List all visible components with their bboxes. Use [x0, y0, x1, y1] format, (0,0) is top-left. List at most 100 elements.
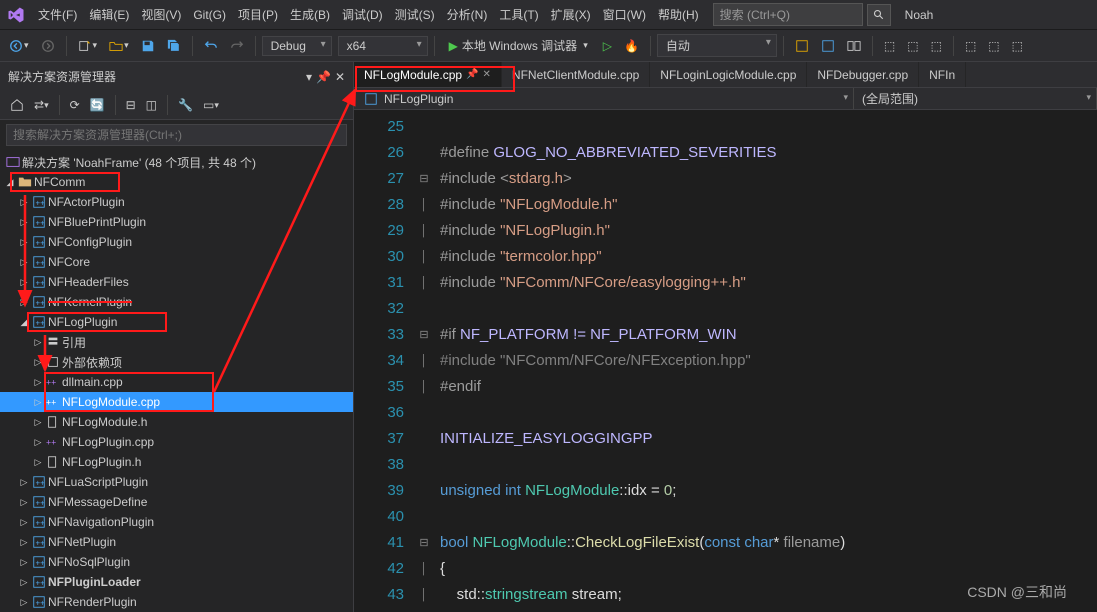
global-search-input[interactable]: 搜索 (Ctrl+Q) — [713, 3, 863, 26]
code-area[interactable]: 25262728293031323334353637383940414243 ⊟… — [354, 110, 1097, 612]
references-label: 引用 — [62, 334, 86, 351]
file-nflogplugin-h[interactable]: ▷ NFLogPlugin.h — [0, 452, 353, 472]
user-label[interactable]: Noah — [899, 8, 940, 22]
close-icon[interactable]: ✕ — [483, 69, 491, 80]
menu-edit[interactable]: 编辑(E) — [83, 2, 135, 27]
solution-icon — [4, 155, 22, 169]
undo-button[interactable] — [199, 36, 223, 56]
tool-icon-6[interactable]: ⬚ — [926, 36, 947, 56]
tool-icon-4[interactable]: ⬚ — [879, 36, 900, 56]
menu-view[interactable]: 视图(V) — [135, 2, 187, 27]
project-label: NFLogPlugin — [48, 315, 117, 329]
menu-help[interactable]: 帮助(H) — [652, 2, 705, 27]
project-item[interactable]: ▷++NFKernelPlugin — [0, 292, 353, 312]
svg-text:++: ++ — [46, 378, 56, 388]
code-lines[interactable]: #define GLOG_NO_ABBREVIATED_SEVERITIES#i… — [434, 110, 845, 612]
start-no-debug-button[interactable]: ▷ — [598, 36, 617, 56]
menu-bar: 文件(F) 编辑(E) 视图(V) Git(G) 项目(P) 生成(B) 调试(… — [0, 0, 1097, 30]
references-node[interactable]: ▷ 引用 — [0, 332, 353, 352]
switch-view-icon[interactable]: ⇄▾ — [30, 96, 53, 114]
properties-icon[interactable]: 🔧 — [174, 96, 197, 114]
open-button[interactable]: ▾ — [104, 36, 134, 56]
tool-icon-1[interactable] — [790, 36, 814, 56]
hot-reload-button[interactable]: 🔥 — [619, 36, 644, 56]
tool-icon-7[interactable]: ⬚ — [960, 36, 981, 56]
back-button[interactable]: ▾ — [4, 36, 34, 56]
project-nflogplugin[interactable]: ◢ ++ NFLogPlugin — [0, 312, 353, 332]
collapse-all-icon[interactable]: ⊟ — [122, 96, 140, 114]
nav-project[interactable]: NFLogPlugin — [354, 88, 854, 109]
search-button[interactable] — [867, 4, 891, 26]
pin-icon[interactable]: 📌 — [466, 69, 478, 80]
panel-pin-icon[interactable]: 📌 — [316, 70, 331, 84]
solution-node[interactable]: 解决方案 'NoahFrame' (48 个项目, 共 48 个) — [0, 152, 353, 172]
pending-icon[interactable]: ⟳ — [66, 96, 84, 114]
h-icon — [44, 415, 62, 429]
file-nflogmodule-cpp[interactable]: ▷ ++ NFLogModule.cpp — [0, 392, 353, 412]
preview-icon[interactable]: ▭▾ — [199, 96, 223, 114]
start-debug-button[interactable]: ▶本地 Windows 调试器▾ — [441, 34, 596, 57]
project-item[interactable]: ▷++NFHeaderFiles — [0, 272, 353, 292]
vs-logo-icon — [4, 3, 28, 27]
menu-extensions[interactable]: 扩展(X) — [545, 2, 597, 27]
project-item[interactable]: ▷++NFCore — [0, 252, 353, 272]
panel-close-icon[interactable]: ✕ — [335, 70, 345, 84]
tab-overflow[interactable]: NFIn — [919, 62, 966, 87]
new-item-button[interactable]: ▾ — [73, 36, 103, 56]
project-item[interactable]: ▷++NFRenderPlugin — [0, 592, 353, 612]
menu-tools[interactable]: 工具(T) — [493, 2, 544, 27]
file-label: NFLogModule.h — [62, 415, 147, 429]
save-all-button[interactable] — [162, 36, 186, 56]
sync-icon[interactable]: 🔄 — [86, 96, 109, 114]
project-item[interactable]: ▷++NFActorPlugin — [0, 192, 353, 212]
project-item[interactable]: ▷++NFBluePrintPlugin — [0, 212, 353, 232]
show-all-icon[interactable]: ◫ — [142, 96, 161, 114]
file-dllmain[interactable]: ▷ ++ dllmain.cpp — [0, 372, 353, 392]
project-item[interactable]: ▷++NFNoSqlPlugin — [0, 552, 353, 572]
menu-git[interactable]: Git(G) — [187, 4, 232, 26]
tab-nfnetclient[interactable]: NFNetClientModule.cpp — [502, 62, 650, 87]
menu-debug[interactable]: 调试(D) — [336, 2, 389, 27]
expand-icon[interactable]: ◢ — [18, 317, 30, 328]
file-nflogmodule-h[interactable]: ▷ NFLogModule.h — [0, 412, 353, 432]
file-nflogplugin-cpp[interactable]: ▷ ++ NFLogPlugin.cpp — [0, 432, 353, 452]
tool-icon-5[interactable]: ⬚ — [902, 36, 923, 56]
project-item[interactable]: ▷++NFNetPlugin — [0, 532, 353, 552]
tool-icon-3[interactable] — [842, 36, 866, 56]
external-deps-node[interactable]: ▷ 外部依赖项 — [0, 352, 353, 372]
menu-window[interactable]: 窗口(W) — [597, 2, 652, 27]
nav-scope[interactable]: (全局范围) — [854, 88, 1097, 109]
solution-tree[interactable]: 解决方案 'NoahFrame' (48 个项目, 共 48 个) ◢ NFCo… — [0, 150, 353, 612]
panel-title-text: 解决方案资源管理器 — [8, 68, 116, 85]
thread-combo[interactable]: 自动 — [657, 34, 777, 57]
tab-nfloginlogic[interactable]: NFLoginLogicModule.cpp — [650, 62, 807, 87]
tab-nfdebugger[interactable]: NFDebugger.cpp — [807, 62, 919, 87]
project-item[interactable]: ▷++NFPluginLoader — [0, 572, 353, 592]
folder-nfcomm[interactable]: ◢ NFComm — [0, 172, 353, 192]
forward-button[interactable] — [36, 36, 60, 56]
project-item[interactable]: ▷++NFConfigPlugin — [0, 232, 353, 252]
svg-text:++: ++ — [46, 398, 56, 408]
redo-button[interactable] — [225, 36, 249, 56]
menu-analyze[interactable]: 分析(N) — [441, 2, 494, 27]
tab-nflogmodule[interactable]: NFLogModule.cpp 📌 ✕ — [354, 62, 502, 87]
project-item[interactable]: ▷++NFNavigationPlugin — [0, 512, 353, 532]
project-item[interactable]: ▷++NFMessageDefine — [0, 492, 353, 512]
config-combo[interactable]: Debug — [262, 36, 332, 56]
tool-icon-9[interactable]: ⬚ — [1007, 36, 1028, 56]
menu-file[interactable]: 文件(F) — [32, 2, 83, 27]
solution-search-input[interactable] — [6, 124, 347, 146]
menu-project[interactable]: 项目(P) — [232, 2, 284, 27]
tool-icon-8[interactable]: ⬚ — [983, 36, 1004, 56]
platform-combo[interactable]: x64 — [338, 36, 428, 56]
menu-test[interactable]: 测试(S) — [389, 2, 441, 27]
cpp-icon: ++ — [44, 395, 62, 409]
panel-dropdown-icon[interactable]: ▾ — [306, 70, 312, 84]
expand-icon[interactable]: ◢ — [4, 177, 16, 188]
fold-column[interactable]: ⊟││││⊟││⊟││ — [414, 110, 434, 612]
tool-icon-2[interactable] — [816, 36, 840, 56]
menu-build[interactable]: 生成(B) — [284, 2, 336, 27]
project-item[interactable]: ▷++NFLuaScriptPlugin — [0, 472, 353, 492]
save-button[interactable] — [136, 36, 160, 56]
home-icon[interactable] — [6, 96, 28, 114]
